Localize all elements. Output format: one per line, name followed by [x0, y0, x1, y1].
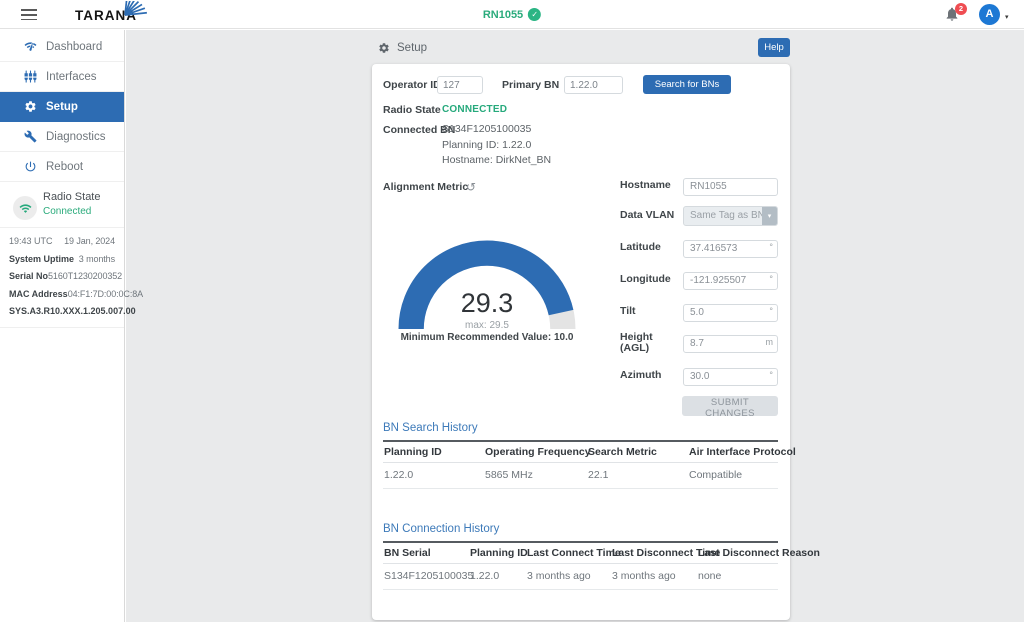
sidebar-item-interfaces[interactable]: Interfaces	[0, 62, 124, 92]
data-vlan-value: Same Tag as BN	[690, 210, 765, 221]
sidebar-item-setup[interactable]: Setup	[0, 92, 124, 122]
data-vlan-select[interactable]: Same Tag as BN ▾	[683, 206, 778, 226]
serial-row: Serial No 5160T1230200352	[0, 268, 124, 286]
gauge-value: 29.3	[398, 288, 576, 319]
azimuth-input[interactable]	[683, 368, 778, 386]
mac-row: MAC Address 04:F1:7D:00:0C:8A	[0, 286, 124, 304]
tilt-label: Tilt	[620, 302, 680, 320]
primary-bn-input[interactable]	[564, 76, 623, 94]
connected-bn-info: S134F1205100035 Planning ID: 1.22.0 Host…	[442, 122, 551, 169]
chevron-down-icon: ▾	[762, 207, 777, 225]
tarana-logo: TARANA	[75, 7, 137, 25]
sidebar-item-reboot[interactable]: Reboot	[0, 152, 124, 182]
bn-connection-history-title: BN Connection History	[383, 522, 499, 536]
longitude-label: Longitude	[620, 270, 680, 288]
sidebar-item-dashboard[interactable]: Dashboard	[0, 32, 124, 62]
degree-suffix: °	[769, 270, 773, 288]
sidebar-system-info: 19:43 UTC 19 Jan, 2024 System Uptime 3 m…	[0, 228, 124, 328]
setup-page-gear-icon	[378, 42, 390, 54]
connected-bn-hostname: Hostname: DirkNet_BN	[442, 153, 551, 169]
gauge-min-recommended: Minimum Recommended Value: 10.0	[378, 332, 596, 343]
device-status: RN1055 ✓	[483, 8, 541, 21]
sidebar: Dashboard Interfaces Setup Diagnostics R…	[0, 30, 125, 622]
radio-state-value: CONNECTED	[442, 101, 507, 119]
alignment-metric-label: Alignment Metric	[383, 178, 468, 196]
refresh-icon[interactable]: ↺	[466, 178, 476, 196]
primary-bn-label: Primary BN	[502, 76, 559, 94]
radio-state-label: Radio State	[43, 191, 100, 203]
bn-search-history-table: Planning ID Operating Frequency Search M…	[383, 440, 778, 489]
wifi-icon	[13, 196, 37, 220]
height-agl-input[interactable]	[683, 335, 778, 353]
table-row[interactable]: 1.22.0 5865 MHz 22.1 Compatible	[383, 463, 778, 489]
wrench-icon	[24, 130, 37, 143]
tarana-fan-icon	[122, 1, 148, 17]
data-vlan-label: Data VLAN	[620, 206, 680, 224]
degree-suffix: °	[769, 366, 773, 384]
gear-icon	[24, 100, 37, 113]
search-for-bns-button[interactable]: Search for BNs	[643, 75, 731, 94]
avatar[interactable]: A	[979, 4, 1000, 25]
height-agl-field: Height (AGL) m	[620, 333, 778, 351]
hostname-field: Hostname	[620, 176, 778, 194]
latitude-label: Latitude	[620, 238, 680, 256]
sidebar-radio-state: Radio State Connected	[0, 182, 124, 228]
firmware-row: SYS.A3.R10.XXX.1.205.007.00	[0, 303, 124, 321]
bn-connection-history-table: BN Serial Planning ID Last Connect Time …	[383, 541, 778, 590]
sidebar-item-diagnostics[interactable]: Diagnostics	[0, 122, 124, 152]
power-icon	[24, 160, 37, 173]
setup-card: Operator ID Primary BN Search for BNs Ra…	[372, 64, 790, 620]
time-row: 19:43 UTC 19 Jan, 2024	[0, 233, 124, 251]
operator-id-input[interactable]	[437, 76, 483, 94]
tilt-input[interactable]	[683, 304, 778, 322]
height-agl-label: Height (AGL)	[620, 332, 662, 354]
device-id: RN1055	[483, 9, 523, 21]
meters-suffix: m	[766, 333, 774, 351]
table-header-row: Planning ID Operating Frequency Search M…	[383, 441, 778, 463]
data-vlan-field: Data VLAN Same Tag as BN ▾	[620, 206, 778, 226]
tilt-field: Tilt °	[620, 302, 778, 320]
latitude-input[interactable]	[683, 240, 778, 258]
submit-changes-button[interactable]: SUBMIT CHANGES	[682, 396, 778, 416]
radio-state-label: Radio State	[383, 101, 441, 119]
latitude-field: Latitude °	[620, 238, 778, 256]
dashboard-signal-icon	[24, 40, 37, 53]
connected-bn-serial: S134F1205100035	[442, 122, 551, 138]
connected-bn-planning: Planning ID: 1.22.0	[442, 138, 551, 154]
avatar-caret-icon[interactable]: ▾	[1005, 13, 1009, 21]
longitude-field: Longitude °	[620, 270, 778, 288]
degree-suffix: °	[769, 302, 773, 320]
top-app-bar: TARANA RN1055 ✓ 2 A ▾	[0, 0, 1024, 29]
table-row[interactable]: S134F1205100035 1.22.0 3 months ago 3 mo…	[383, 564, 778, 590]
page-header: Setup Help	[378, 38, 790, 57]
bn-search-history-title: BN Search History	[383, 421, 478, 435]
radio-state-value: Connected	[43, 206, 91, 217]
help-button[interactable]: Help	[758, 38, 790, 57]
hostname-input[interactable]	[683, 178, 778, 196]
hostname-label: Hostname	[620, 176, 680, 194]
interfaces-icon	[24, 70, 37, 83]
degree-suffix: °	[769, 238, 773, 256]
menu-icon[interactable]	[21, 9, 37, 23]
alignment-gauge: 29.3 max: 29.5 Minimum Recommended Value…	[398, 240, 576, 350]
page-title: Setup	[397, 42, 427, 54]
azimuth-field: Azimuth °	[620, 366, 778, 384]
main-content: Setup Help Operator ID Primary BN Search…	[126, 30, 1024, 622]
table-header-row: BN Serial Planning ID Last Connect Time …	[383, 542, 778, 564]
longitude-input[interactable]	[683, 272, 778, 290]
check-circle-icon: ✓	[528, 8, 541, 21]
operator-id-label: Operator ID	[383, 76, 441, 94]
azimuth-label: Azimuth	[620, 366, 680, 384]
uptime-row: System Uptime 3 months	[0, 251, 124, 269]
gauge-max: max: 29.5	[398, 320, 576, 331]
notification-badge: 2	[955, 3, 967, 15]
